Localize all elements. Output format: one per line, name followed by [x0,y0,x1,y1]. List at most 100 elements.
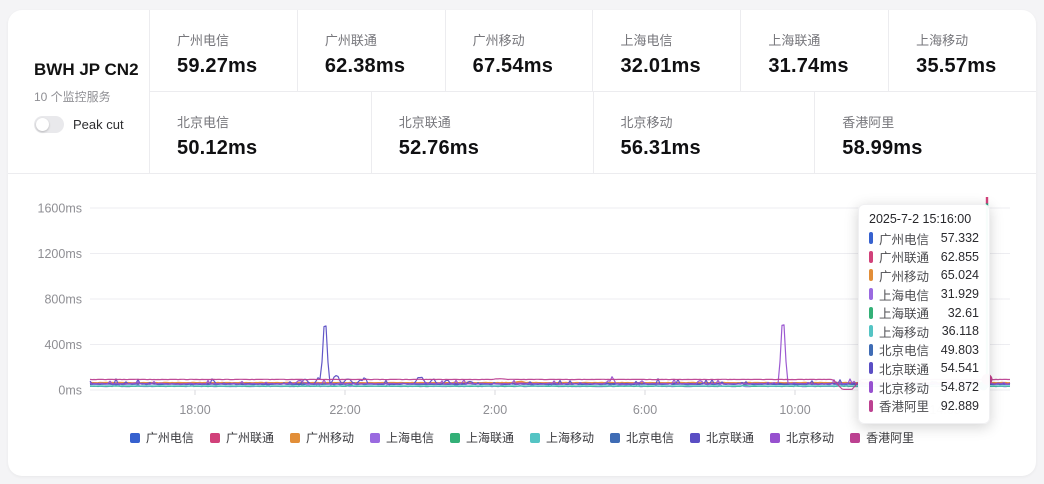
tooltip-row: 上海联通 32.61 [869,303,979,322]
legend-label: 北京移动 [786,429,834,446]
stat-cell: 上海联通 31.74ms [740,10,888,91]
y-axis-tick: 800ms [44,293,82,307]
y-axis-tick: 400ms [44,338,82,352]
legend-label: 北京联通 [706,429,754,446]
tooltip-series-value: 92.889 [941,399,979,413]
monitor-count-label: 10 个监控服务 [34,88,149,105]
stat-label: 广州电信 [177,30,297,49]
stat-cell: 北京联通 52.76ms [371,92,593,173]
legend-item[interactable]: 北京联通 [682,429,762,446]
peak-cut-label: Peak cut [73,117,124,132]
stat-label: 北京电信 [177,112,371,131]
stat-cell: 广州移动 67.54ms [445,10,593,91]
tooltip-series-marker-icon [869,288,873,300]
page-title: BWH JP CN2 [34,60,149,80]
stat-value: 32.01ms [620,55,740,78]
tooltip-series-value: 32.61 [948,306,979,320]
tooltip-row: 北京电信49.803 [869,341,979,360]
tooltip-series-value: 54.872 [941,380,979,394]
legend-label: 上海联通 [466,429,514,446]
legend-item[interactable]: 北京电信 [602,429,682,446]
tooltip-series-value: 36.118 [942,324,979,338]
legend-marker-icon [130,433,140,443]
stat-label: 广州移动 [473,30,593,49]
tooltip-series-name: 广州联通 [879,247,929,266]
legend-marker-icon [370,433,380,443]
legend-item[interactable]: 上海电信 [362,429,442,446]
tooltip-series-marker-icon [869,381,873,393]
legend-marker-icon [210,433,220,443]
legend-item[interactable]: 上海移动 [522,429,602,446]
tooltip-series-value: 54.541 [941,361,979,375]
tooltip-series-marker-icon [869,344,873,356]
legend-item[interactable]: 广州电信 [122,429,202,446]
tooltip-timestamp: 2025-7-2 15:16:00 [869,212,979,226]
legend-item[interactable]: 广州联通 [202,429,282,446]
legend-label: 广州电信 [146,429,194,446]
stat-label: 北京联通 [399,112,593,131]
tooltip-series-marker-icon [869,232,873,244]
tooltip-row: 上海移动 36.118 [869,322,979,341]
stat-cell: 北京电信 50.12ms [150,92,371,173]
tooltip-series-marker-icon [869,362,873,374]
legend-marker-icon [690,433,700,443]
tooltip-series-name: 上海移动 [879,322,929,341]
tooltip-series-marker-icon [869,400,873,412]
legend-marker-icon [850,433,860,443]
stats-row-1: 广州电信59.27ms广州联通62.38ms广州移动67.54ms上海电信32.… [150,10,1036,92]
legend-label: 广州联通 [226,429,274,446]
legend-item[interactable]: 上海联通 [442,429,522,446]
stat-label: 北京移动 [621,112,815,131]
x-axis-tick: 2:00 [483,403,507,417]
stat-value: 35.57ms [916,55,1036,78]
legend-label: 广州移动 [306,429,354,446]
tooltip-series-name: 上海联通 [879,303,929,322]
stat-label: 香港阿里 [842,112,1036,131]
tooltip-series-name: 北京联通 [879,359,929,378]
legend-item[interactable]: 香港阿里 [842,429,922,446]
stat-cell: 香港阿里 58.99ms [814,92,1036,173]
tooltip-series-marker-icon [869,251,873,263]
stat-value: 52.76ms [399,137,593,160]
tooltip-row: 广州移动65.024 [869,266,979,285]
tooltip-series-name: 香港阿里 [879,396,929,415]
stat-label: 上海移动 [916,30,1036,49]
chart-tooltip: 2025-7-2 15:16:00 广州电信 57.332 广州联通 62.855 广州… [858,204,990,424]
tooltip-row: 广州电信 57.332 [869,229,979,248]
legend-marker-icon [770,433,780,443]
legend-label: 上海电信 [386,429,434,446]
tooltip-series-value: 65.024 [941,268,979,282]
x-axis-tick: 18:00 [179,403,210,417]
x-axis-tick: 6:00 [633,403,657,417]
legend-marker-icon [450,433,460,443]
tooltip-series-name: 广州电信 [879,229,929,248]
stats-header: BWH JP CN2 10 个监控服务 Peak cut 广州电信59.27ms… [8,10,1036,174]
chart-legend: 广州电信 广州联通 广州移动 上海电信 上海联通上海移动 北京电信 北京联通 北京移动 香港阿里 [8,429,1036,446]
tooltip-series-value: 62.855 [941,250,979,264]
x-axis-tick: 22:00 [329,403,360,417]
stat-value: 31.74ms [768,55,888,78]
x-axis-tick: 10:00 [779,403,810,417]
tooltip-series-value: 31.929 [941,287,979,301]
stat-value: 62.38ms [325,55,445,78]
stat-value: 50.12ms [177,137,371,160]
tooltip-row: 香港阿里 92.889 [869,396,979,415]
legend-marker-icon [290,433,300,443]
legend-marker-icon [610,433,620,443]
stat-cell: 广州联通62.38ms [297,10,445,91]
legend-label: 香港阿里 [866,429,914,446]
legend-label: 北京电信 [626,429,674,446]
legend-item[interactable]: 北京移动 [762,429,842,446]
legend-item[interactable]: 广州移动 [282,429,362,446]
stat-value: 67.54ms [473,55,593,78]
stat-value: 56.31ms [621,137,815,160]
tooltip-row: 上海电信31.929 [869,285,979,304]
stat-value: 58.99ms [842,137,1036,160]
tooltip-series-value: 57.332 [941,231,979,245]
tooltip-series-name: 北京移动 [879,378,929,397]
tooltip-series-marker-icon [869,325,873,337]
peak-cut-toggle[interactable] [34,116,64,133]
legend-marker-icon [530,433,540,443]
stat-label: 上海联通 [768,30,888,49]
tooltip-row: 北京联通 54.541 [869,359,979,378]
